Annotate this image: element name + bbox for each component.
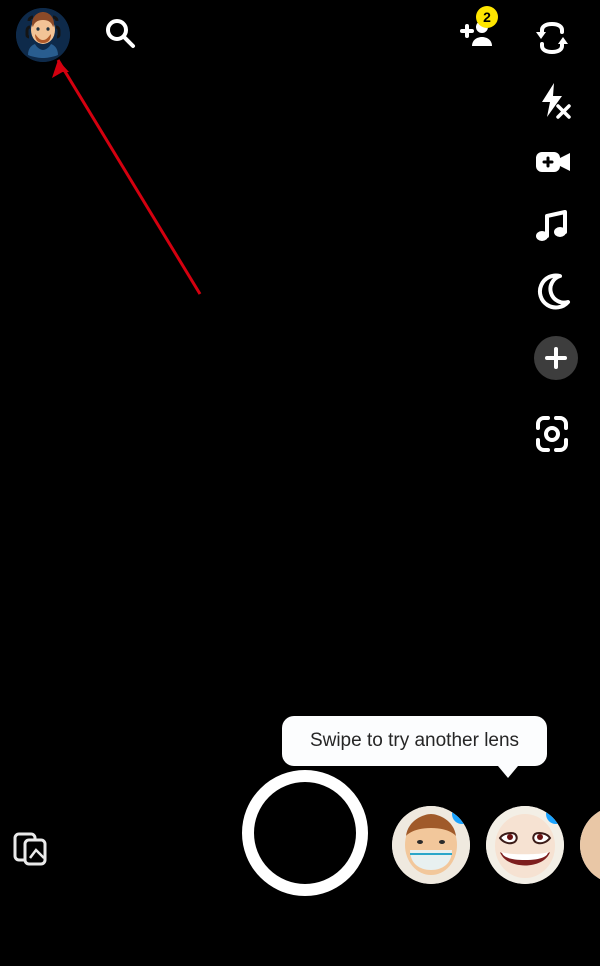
scan-icon bbox=[532, 414, 572, 454]
new-lens-badge bbox=[452, 806, 470, 824]
flip-camera-button[interactable] bbox=[532, 18, 572, 58]
search-button[interactable] bbox=[104, 17, 136, 49]
flip-camera-icon bbox=[532, 18, 572, 58]
profile-avatar[interactable] bbox=[16, 8, 70, 62]
flash-off-icon bbox=[532, 80, 572, 120]
bitmoji-avatar-icon bbox=[16, 8, 70, 62]
lens-option-1[interactable] bbox=[392, 806, 470, 884]
lens-option-3[interactable] bbox=[580, 806, 600, 884]
flash-toggle-button[interactable] bbox=[532, 80, 572, 120]
add-friend-button[interactable]: 2 bbox=[454, 16, 494, 50]
memories-button[interactable] bbox=[12, 828, 50, 866]
new-lens-badge bbox=[546, 806, 564, 824]
night-mode-button[interactable] bbox=[532, 270, 572, 310]
lens-option-2[interactable] bbox=[486, 806, 564, 884]
scan-button[interactable] bbox=[532, 414, 572, 454]
memories-icon bbox=[12, 828, 50, 866]
more-tools-button[interactable] bbox=[534, 336, 578, 380]
video-plus-icon bbox=[532, 142, 572, 182]
camera-screen: 2 bbox=[0, 0, 600, 966]
lens-hint-text: Swipe to try another lens bbox=[310, 730, 519, 752]
skin-lens-icon bbox=[580, 806, 600, 884]
lens-hint-tooltip: Swipe to try another lens bbox=[282, 716, 547, 766]
night-mode-icon bbox=[532, 270, 572, 310]
music-button[interactable] bbox=[532, 206, 572, 246]
video-button[interactable] bbox=[532, 142, 572, 182]
search-icon bbox=[104, 17, 136, 49]
shutter-button[interactable] bbox=[242, 770, 368, 896]
plus-icon bbox=[543, 345, 569, 371]
notification-badge: 2 bbox=[476, 6, 498, 28]
music-icon bbox=[532, 206, 572, 246]
